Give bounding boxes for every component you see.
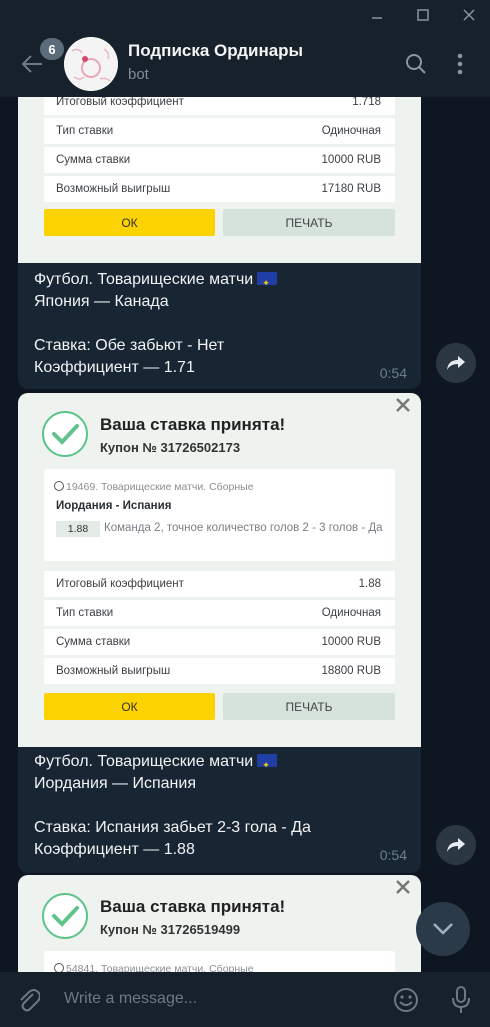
minimize-icon[interactable]	[358, 0, 396, 30]
coupon-summary: Итоговый коэффициент 1.88 Тип ставки Одино…	[44, 571, 395, 687]
close-icon[interactable]	[450, 0, 488, 30]
bet-coupon-image: Ваша ставка принята! Купон № 31726519499…	[18, 875, 421, 972]
ok-button: ОК	[44, 693, 215, 720]
message-input[interactable]: Write a message...	[64, 990, 197, 1008]
summary-row: Сумма ставки 10000 RUB	[44, 629, 395, 655]
share-button[interactable]	[436, 825, 476, 865]
bet-coupon-image: Ваша ставка принята! Купон № 31726502173…	[18, 393, 421, 747]
more-options-icon[interactable]	[444, 48, 476, 80]
message-time: 0:54	[379, 847, 407, 863]
event-box: 19469. Товарищеские матчи. Сборные Иорда…	[44, 469, 395, 561]
message-bubble: Ваша ставка принята! Купон № 31726502173…	[18, 393, 421, 873]
chat-title[interactable]: Подписка Ординары	[128, 41, 303, 61]
message-bubble: Ваша ставка принята! Купон № 31726519499…	[18, 875, 421, 972]
bet-coupon-image: Итоговый коэффициент 1.718 Тип ставки Один…	[18, 97, 421, 263]
summary-row: Тип ставки Одиночная	[44, 118, 395, 144]
coupon-number: Купон № 31726502173	[100, 440, 241, 455]
message-text: Футбол. Товарищеские матчи Иордания — Ис…	[34, 751, 404, 861]
close-icon	[395, 879, 413, 897]
avatar[interactable]	[64, 37, 118, 91]
summary-row: Итоговый коэффициент 1.718	[44, 97, 395, 115]
checkmark-icon	[42, 411, 88, 457]
bet-accepted-title: Ваша ставка принята!	[100, 897, 286, 916]
coupon-number: Купон № 31726519499	[100, 922, 241, 937]
event-description: Команда 2, точное количество голов 2 - 3…	[104, 522, 383, 534]
event-box: 54841. Товарищеские матчи. Сборные	[44, 951, 395, 972]
summary-row: Возможный выигрыш 17180 RUB	[44, 176, 395, 202]
message-text: Футбол. Товарищеские матчи Япония — Кана…	[34, 269, 404, 379]
message-composer: Write a message...	[0, 972, 490, 1027]
soccer-ball-icon	[54, 963, 64, 972]
maximize-icon[interactable]	[404, 0, 442, 30]
message-time: 0:54	[379, 365, 407, 381]
summary-row: Тип ставки Одиночная	[44, 600, 395, 626]
eu-flag-icon	[257, 754, 278, 776]
share-button[interactable]	[436, 343, 476, 383]
message-list[interactable]: Итоговый коэффициент 1.718 Тип ставки Один…	[0, 97, 490, 972]
event-header: 19469. Товарищеские матчи. Сборные	[54, 481, 254, 493]
coupon-summary: Итоговый коэффициент 1.718 Тип ставки Один…	[44, 97, 395, 205]
scroll-down-button[interactable]	[416, 902, 470, 956]
ok-button: ОК	[44, 209, 215, 236]
checkmark-icon	[42, 893, 88, 939]
print-button: ПЕЧАТЬ	[223, 693, 395, 720]
chat-subtitle: bot	[128, 66, 149, 83]
soccer-ball-icon	[54, 481, 64, 491]
close-icon	[395, 397, 413, 415]
event-match: Иордания - Испания	[56, 500, 172, 512]
summary-row: Итоговый коэффициент 1.88	[44, 571, 395, 597]
summary-row: Возможный выигрыш 18800 RUB	[44, 658, 395, 684]
unread-count-badge: 6	[40, 38, 64, 60]
attach-paperclip-icon[interactable]	[12, 984, 44, 1016]
message-bubble: Итоговый коэффициент 1.718 Тип ставки Один…	[18, 97, 421, 389]
emoji-icon[interactable]	[390, 984, 422, 1016]
event-coefficient: 1.88	[56, 521, 100, 537]
event-header: 54841. Товарищеские матчи. Сборные	[54, 963, 254, 972]
eu-flag-icon	[257, 272, 278, 294]
chat-header: 6 Подписка Ординары bot	[0, 30, 490, 97]
summary-row: Сумма ставки 10000 RUB	[44, 147, 395, 173]
bet-accepted-title: Ваша ставка принята!	[100, 415, 286, 434]
window-title-bar	[0, 0, 490, 30]
search-icon[interactable]	[400, 48, 432, 80]
microphone-icon[interactable]	[445, 984, 477, 1016]
print-button: ПЕЧАТЬ	[223, 209, 395, 236]
